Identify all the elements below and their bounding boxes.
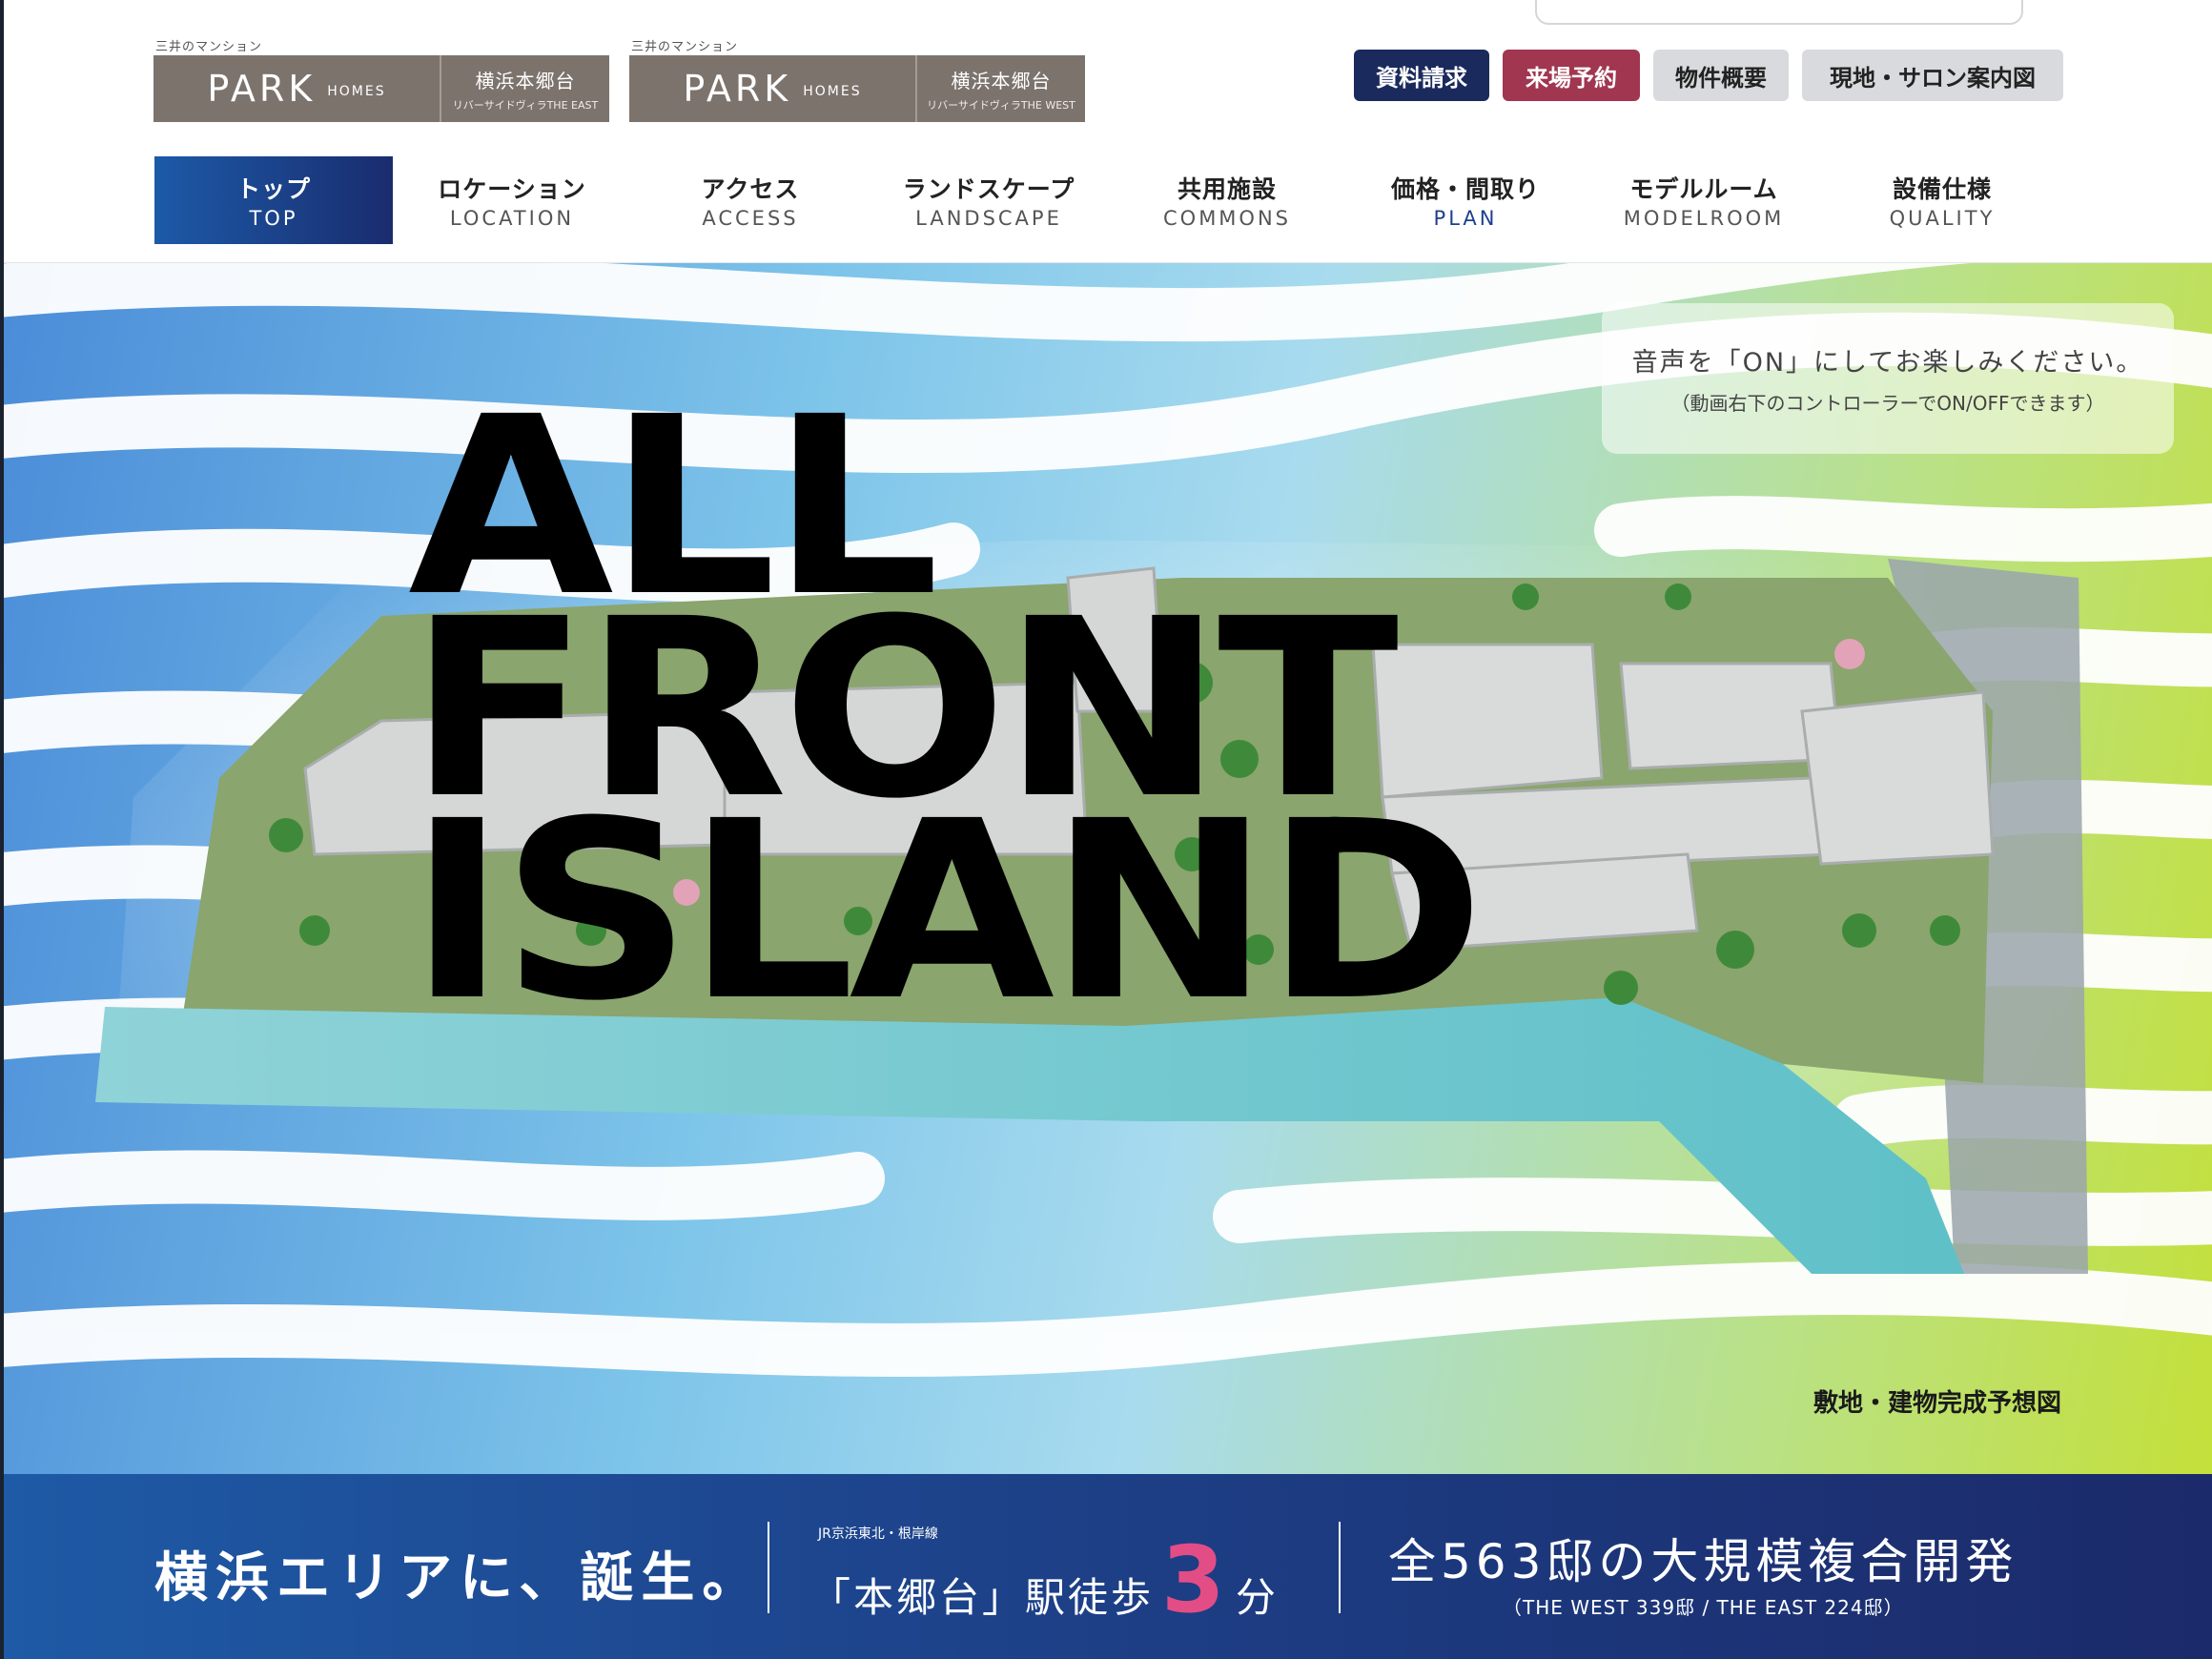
popover-edge [1535, 0, 2023, 25]
nav-item-label-en: LOCATION [449, 207, 575, 230]
nav-item-label-en: QUALITY [1889, 207, 1996, 230]
logo-box: PARK HOMES 横浜本郷台 リバーサイドヴィラTHE WEST [629, 55, 1085, 122]
logo-the-west[interactable]: 三井のマンション PARK HOMES 横浜本郷台 リバーサイドヴィラTHE W… [629, 36, 1085, 124]
site-header: 三井のマンション PARK HOMES 横浜本郷台 リバーサイドヴィラTHE E… [0, 0, 2212, 263]
logo-property-title: 横浜本郷台 [951, 69, 1052, 92]
nav-item-modelroom[interactable]: モデルルーム MODELROOM [1585, 156, 1823, 244]
station-access: 「本郷台」駅徒歩 3 分 [810, 1526, 1279, 1633]
sound-notice: 音声を「ON」にしてお楽しみください。 （動画右下のコントローラーでON/OFF… [1602, 303, 2174, 454]
highlight-band: 横浜エリアに、誕生。 JR京浜東北・根岸線 「本郷台」駅徒歩 3 分 全563邸… [0, 1474, 2212, 1659]
logo-property-subtitle: リバーサイドヴィラTHE EAST [452, 98, 599, 112]
nav-item-label-en: COMMONS [1163, 207, 1291, 230]
train-line-name: JR京浜東北・根岸線 [818, 1526, 938, 1542]
property-overview-button[interactable]: 物件概要 [1653, 50, 1789, 101]
logo-caption: 三井のマンション [155, 40, 263, 54]
sound-notice-line1: 音声を「ON」にしてお楽しみください。 [1631, 348, 2144, 378]
logo-property-name: 横浜本郷台 リバーサイドヴィラTHE EAST [441, 55, 609, 122]
nav-item-plan[interactable]: 価格・間取り PLAN [1346, 156, 1585, 244]
logo-caption: 三井のマンション [631, 40, 739, 54]
sound-notice-line2: （動画右下のコントローラーでON/OFFできます） [1670, 392, 2105, 415]
logo-box: PARK HOMES 横浜本郷台 リバーサイドヴィラTHE EAST [154, 55, 609, 122]
catchphrase: 横浜エリアに、誕生。 [154, 1547, 764, 1609]
nav-item-landscape[interactable]: ランドスケープ LANDSCAPE [870, 156, 1108, 244]
nav-item-label-jp: モデルルーム [1629, 175, 1778, 203]
nav-item-label-en: ACCESS [702, 207, 799, 230]
development-scale: 全563邸の大規模複合開発 [1388, 1534, 2018, 1589]
request-documents-button[interactable]: 資料請求 [1354, 50, 1489, 101]
logo-property-title: 横浜本郷台 [475, 69, 576, 92]
nav-item-commons[interactable]: 共用施設 COMMONS [1108, 156, 1346, 244]
hero-video[interactable]: 音声を「ON」にしてお楽しみください。 （動画右下のコントローラーでON/OFF… [0, 263, 2212, 1474]
station-walk-text: 「本郷台」駅徒歩 [810, 1574, 1155, 1621]
nav-item-label-jp: ランドスケープ [902, 175, 1075, 203]
logo-property-name: 横浜本郷台 リバーサイドヴィラTHE WEST [917, 55, 1085, 122]
nav-item-access[interactable]: アクセス ACCESS [631, 156, 870, 244]
logo-brand: PARK HOMES [629, 55, 917, 122]
nav-item-label-en: TOP [249, 207, 298, 230]
nav-item-quality[interactable]: 設備仕様 QUALITY [1823, 156, 2061, 244]
nav-item-location[interactable]: ロケーション LOCATION [393, 156, 631, 244]
walk-unit: 分 [1235, 1574, 1279, 1621]
nav-item-label-jp: 共用施設 [1177, 175, 1277, 203]
walk-minutes: 3 [1161, 1526, 1228, 1633]
nav-item-label-jp: 価格・間取り [1390, 175, 1540, 203]
rendering-caption: 敷地・建物完成予想図 [1813, 1389, 2062, 1418]
logo-park-text: PARK [207, 68, 317, 110]
site-salon-map-button[interactable]: 現地・サロン案内図 [1802, 50, 2063, 101]
visit-reservation-button[interactable]: 来場予約 [1503, 50, 1640, 101]
headline-line-3: ISLAND [408, 768, 1485, 1055]
divider [1339, 1522, 1341, 1613]
hero-headline: ALL FRONT ISLAND [408, 384, 1895, 1034]
nav-item-label-en: PLAN [1433, 207, 1498, 230]
logo-homes-text: HOMES [327, 84, 386, 99]
logo-park-text: PARK [683, 68, 792, 110]
logo-the-east[interactable]: 三井のマンション PARK HOMES 横浜本郷台 リバーサイドヴィラTHE E… [154, 36, 609, 124]
nav-item-label-jp: トップ [236, 175, 311, 203]
divider [768, 1522, 769, 1613]
development-breakdown: （THE WEST 339邸 / THE EAST 224邸） [1503, 1596, 1904, 1619]
logo-homes-text: HOMES [803, 84, 862, 99]
nav-item-label-jp: アクセス [701, 175, 800, 203]
nav-item-label-en: LANDSCAPE [915, 207, 1062, 230]
logo-brand: PARK HOMES [154, 55, 441, 122]
header-action-buttons: 資料請求 来場予約 物件概要 現地・サロン案内図 [1354, 50, 2063, 101]
window-left-edge [0, 0, 4, 1659]
global-nav: トップ TOP ロケーション LOCATION アクセス ACCESS ランドス… [154, 156, 2061, 244]
nav-item-label-en: MODELROOM [1623, 207, 1785, 230]
nav-item-label-jp: ロケーション [438, 175, 586, 203]
nav-item-top[interactable]: トップ TOP [154, 156, 393, 244]
nav-item-label-jp: 設備仕様 [1892, 175, 1992, 203]
logo-property-subtitle: リバーサイドヴィラTHE WEST [927, 98, 1075, 112]
